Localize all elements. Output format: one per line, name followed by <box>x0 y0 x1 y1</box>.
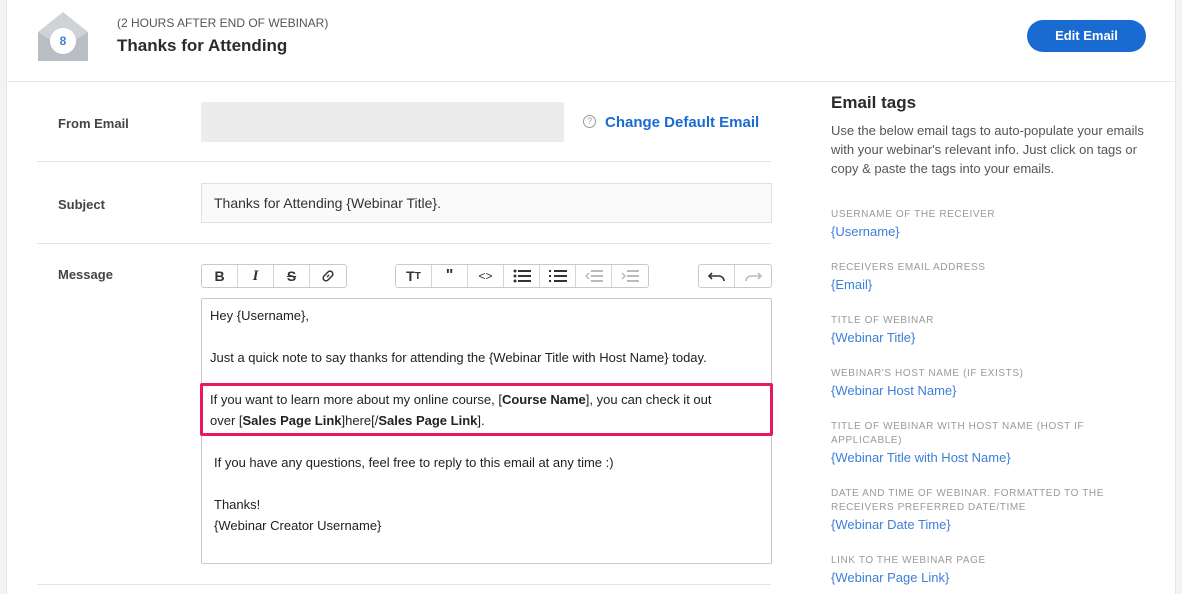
text-size-button[interactable]: TT <box>396 265 432 287</box>
history-toolbar-group <box>698 264 772 288</box>
tag-caption: DATE AND TIME OF WEBINAR. FORMATTED TO T… <box>831 488 1104 513</box>
code-button[interactable]: <> <box>468 265 504 287</box>
subject-input[interactable]: Thanks for Attending {Webinar Title}. <box>201 183 772 223</box>
email-tags-description: Use the below email tags to auto-populat… <box>831 123 1144 176</box>
email-header: 8 (2 HOURS AFTER END OF WEBINAR) Thanks … <box>7 0 1177 82</box>
email-tags-title: Email tags <box>831 93 917 112</box>
divider <box>37 161 771 162</box>
tag-link-email[interactable]: {Email} <box>831 277 872 292</box>
tag-caption: USERNAME OF THE RECEIVER <box>831 209 996 220</box>
message-label: Message <box>58 267 113 282</box>
email-timing: (2 HOURS AFTER END OF WEBINAR) <box>117 16 329 30</box>
tag-link-webinar-title[interactable]: {Webinar Title} <box>831 330 915 345</box>
bold-button[interactable]: B <box>202 265 238 287</box>
link-icon <box>322 270 334 282</box>
redo-button[interactable] <box>735 265 771 287</box>
bullet-list-icon <box>513 269 531 283</box>
link-button[interactable] <box>310 265 346 287</box>
blockquote-button[interactable]: " <box>432 265 468 287</box>
from-email-field[interactable] <box>201 102 564 142</box>
tag-caption: RECEIVERS EMAIL ADDRESS <box>831 262 986 273</box>
highlight-box <box>200 383 773 436</box>
step-number-badge: 8 <box>50 28 76 54</box>
subject-label: Subject <box>58 197 105 212</box>
strikethrough-button[interactable]: S <box>274 265 310 287</box>
from-email-label: From Email <box>58 116 129 131</box>
email-card: 8 (2 HOURS AFTER END OF WEBINAR) Thanks … <box>6 0 1177 594</box>
indent-icon <box>621 270 639 282</box>
outdent-button[interactable] <box>576 265 612 287</box>
message-line: {Webinar Creator Username} <box>214 518 382 533</box>
indent-button[interactable] <box>612 265 648 287</box>
edit-email-button[interactable]: Edit Email <box>1027 20 1146 52</box>
envelope-icon: 8 <box>37 10 89 62</box>
message-line: Hey {Username}, <box>210 308 309 323</box>
message-line: If you have any questions, feel free to … <box>214 455 614 470</box>
divider <box>37 243 771 244</box>
help-icon[interactable]: ? <box>583 115 596 128</box>
tag-link-webinar-title-with-host[interactable]: {Webinar Title with Host Name} <box>831 450 1011 465</box>
tag-link-webinar-page-link[interactable]: {Webinar Page Link} <box>831 570 949 585</box>
tag-link-webinar-date-time[interactable]: {Webinar Date Time} <box>831 517 951 532</box>
numbered-list-button[interactable] <box>540 265 576 287</box>
tag-caption: TITLE OF WEBINAR <box>831 315 934 326</box>
message-line: Thanks! <box>214 497 261 512</box>
block-toolbar-group: TT " <> <box>395 264 649 288</box>
format-toolbar-group: B I S <box>201 264 347 288</box>
tag-caption: TITLE OF WEBINAR WITH HOST NAME (HOST IF… <box>831 421 1085 446</box>
undo-icon <box>707 272 725 282</box>
undo-button[interactable] <box>699 265 735 287</box>
italic-button[interactable]: I <box>238 265 274 287</box>
tag-link-webinar-host-name[interactable]: {Webinar Host Name} <box>831 383 957 398</box>
redo-icon <box>745 272 762 282</box>
tag-link-username[interactable]: {Username} <box>831 224 900 239</box>
message-line: Just a quick note to say thanks for atte… <box>210 350 707 365</box>
numbered-list-icon <box>548 270 567 282</box>
divider <box>37 584 771 585</box>
change-default-email-link[interactable]: Change Default Email <box>605 114 759 131</box>
tag-caption: LINK TO THE WEBINAR PAGE <box>831 555 986 566</box>
email-title: Thanks for Attending <box>117 36 288 55</box>
tag-caption: WEBINAR'S HOST NAME (IF EXISTS) <box>831 368 1024 379</box>
bullet-list-button[interactable] <box>504 265 540 287</box>
outdent-icon <box>584 270 603 282</box>
